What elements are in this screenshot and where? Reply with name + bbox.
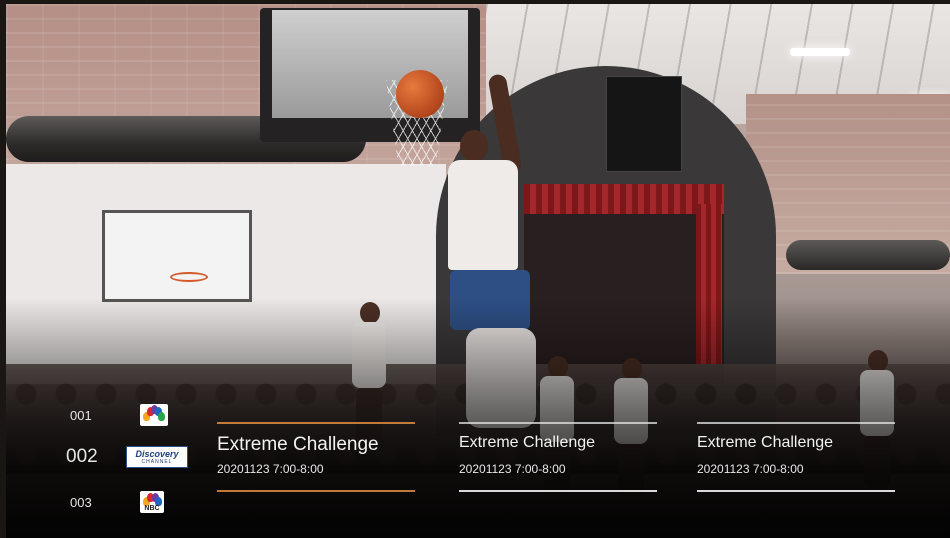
channel-row-001[interactable]: 001 xyxy=(70,404,168,426)
channel-row-003[interactable]: 003 NBC xyxy=(70,490,164,514)
discovery-logo-icon: Discovery CHANNEL xyxy=(126,446,188,468)
program-time: 20201123 7:00-8:00 xyxy=(217,462,324,476)
logo-text: Discovery xyxy=(135,448,179,459)
program-card[interactable]: Extreme Challenge 20201123 7:00-8:00 xyxy=(217,422,415,492)
program-guide-overlay: 001 002 Discovery CHANNEL 003 NBC Extrem… xyxy=(0,0,950,538)
peacock-logo-icon xyxy=(140,404,168,426)
logo-subtext: CHANNEL xyxy=(141,458,173,465)
program-title: Extreme Challenge xyxy=(459,434,596,451)
card-top-line xyxy=(459,422,657,424)
channel-number: 002 xyxy=(66,446,98,467)
channel-row-002[interactable]: 002 Discovery CHANNEL xyxy=(66,445,188,469)
channel-number: 003 xyxy=(70,494,92,510)
program-title: Extreme Challenge xyxy=(697,434,834,451)
program-card[interactable]: Extreme Challenge 20201123 7:00-8:00 xyxy=(697,422,895,492)
logo-text: NBC xyxy=(144,505,160,512)
nbc-logo-icon: NBC xyxy=(140,491,164,513)
program-title: Extreme Challenge xyxy=(217,434,379,455)
program-card[interactable]: Extreme Challenge 20201123 7:00-8:00 xyxy=(459,422,657,492)
card-top-line xyxy=(217,422,415,424)
card-top-line xyxy=(697,422,895,424)
card-bottom-line xyxy=(697,490,895,492)
focus-underline xyxy=(217,490,415,492)
program-time: 20201123 7:00-8:00 xyxy=(459,462,566,476)
program-time: 20201123 7:00-8:00 xyxy=(697,462,804,476)
card-bottom-line xyxy=(459,490,657,492)
channel-number: 001 xyxy=(70,407,92,423)
